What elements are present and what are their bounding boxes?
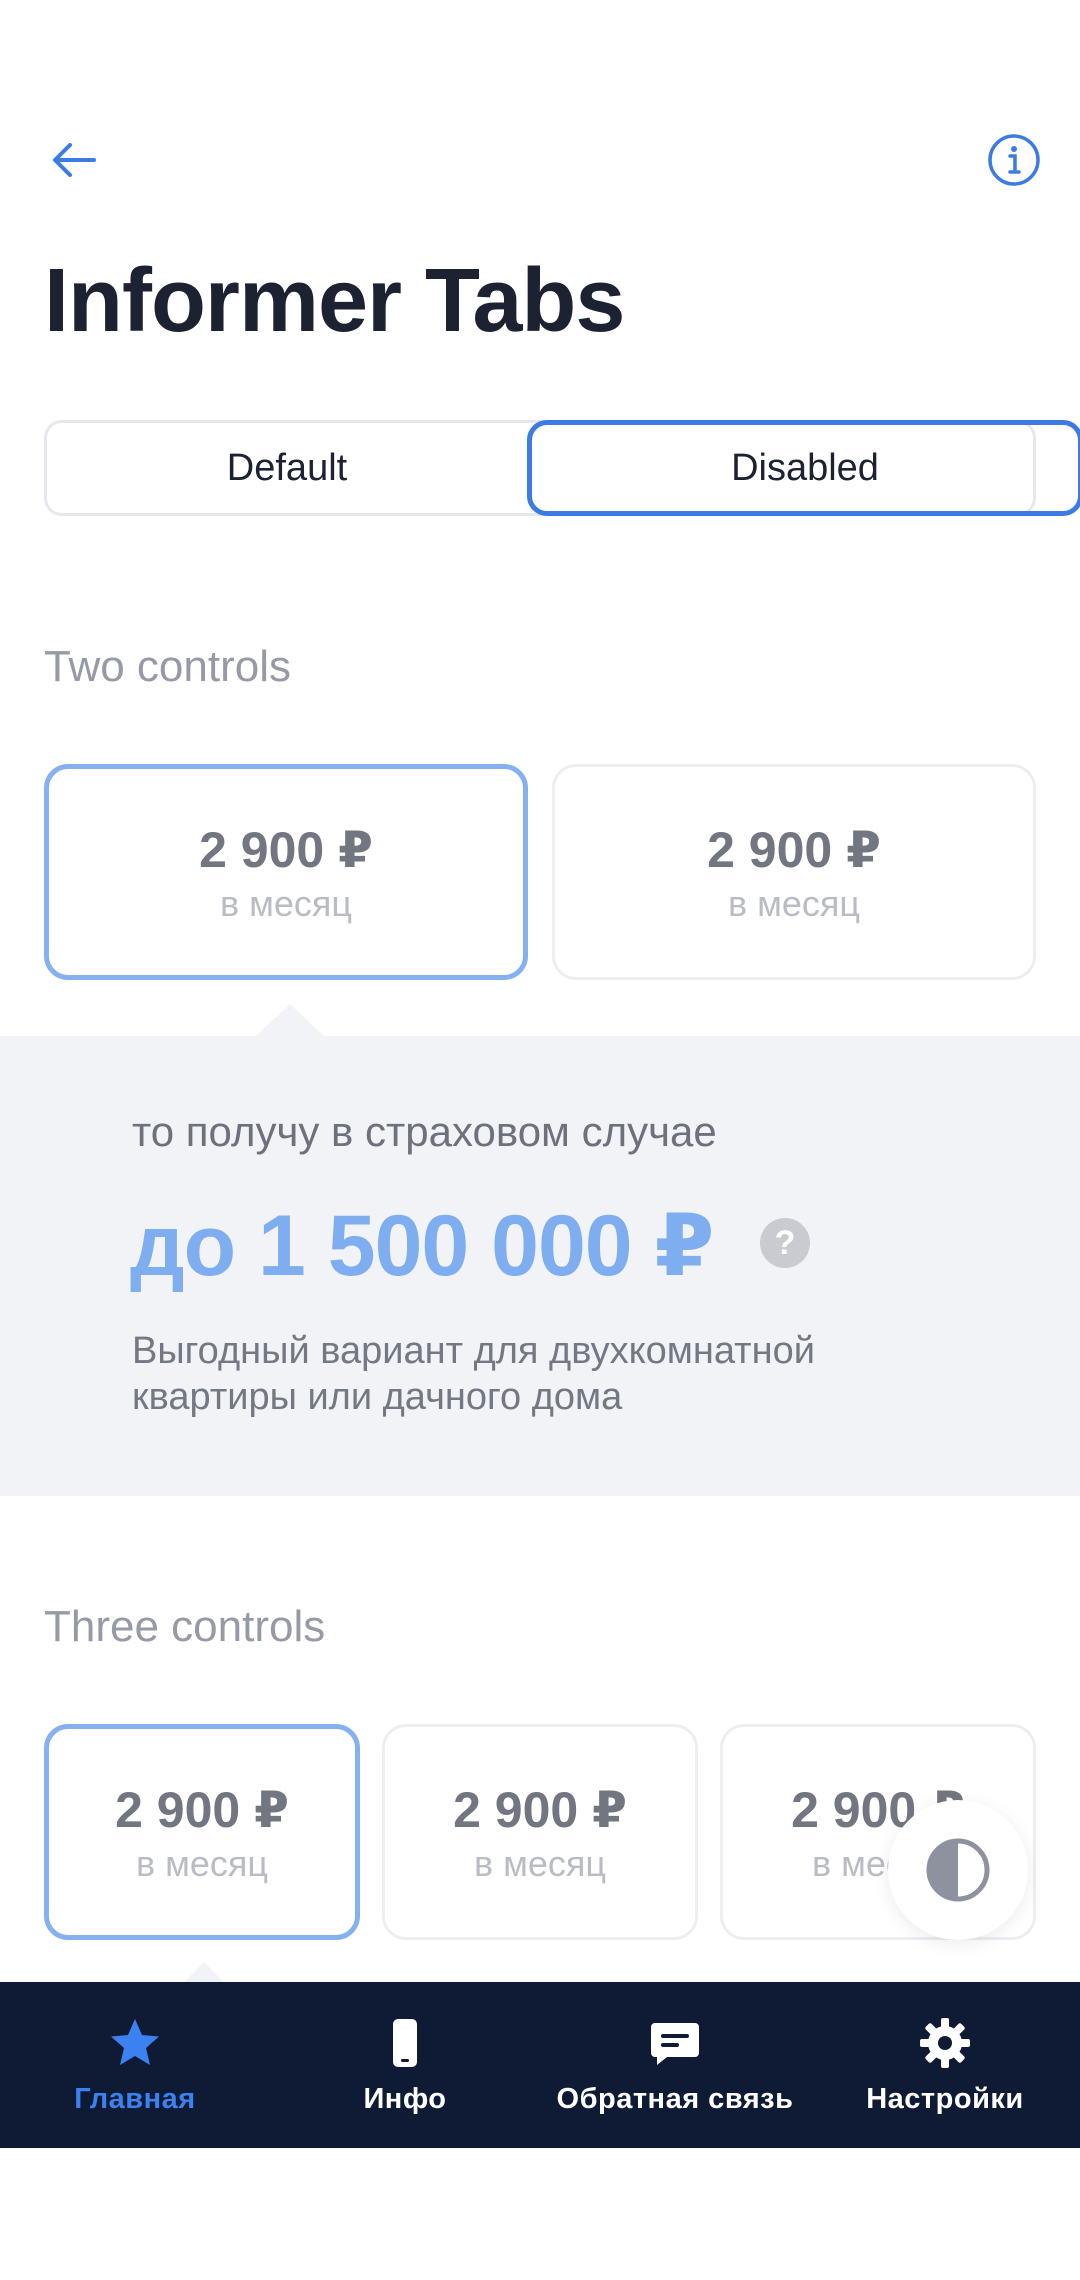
theme-toggle-button[interactable] (888, 1800, 1028, 1940)
nav-item-feedback[interactable]: Обратная связь (540, 1982, 810, 2148)
phone-icon (393, 2018, 417, 2067)
informer-description: Выгодный вариант для двухкомнатной кварт… (132, 1330, 815, 1418)
nav-item-settings[interactable]: Настройки (810, 1982, 1080, 2148)
informer-pointer (256, 1004, 324, 1036)
bottom-navigation: Главная Инфо Обратная связь Настройки (0, 1982, 1080, 2148)
nav-item-label: Инфо (363, 2082, 447, 2115)
contrast-icon (926, 1838, 990, 1902)
segmented-control: Default Disabled (44, 420, 1080, 516)
help-icon[interactable]: ? (760, 1218, 810, 1268)
section-title-three-controls: Three controls (44, 1602, 326, 1651)
arrow-left-icon (53, 143, 96, 177)
informer-amount: до 1 500 000 ₽ (130, 1198, 714, 1294)
card-period: в месяц (727, 883, 860, 924)
informer-caption: то получу в страховом случае (132, 1108, 717, 1155)
card-period: в месяц (219, 883, 352, 924)
gear-icon (920, 2017, 970, 2068)
section-title-two-controls: Two controls (44, 642, 291, 691)
chat-icon (651, 2022, 699, 2065)
card-price: 2 900 ₽ (707, 822, 881, 878)
nav-item-label: Настройки (866, 2082, 1024, 2115)
star-icon (111, 2018, 159, 2065)
informer-tab-card[interactable]: 2 900 ₽ в месяц (44, 1724, 360, 1940)
nav-item-home[interactable]: Главная (0, 1982, 270, 2148)
card-period: в месяц (473, 1843, 606, 1884)
info-circle-icon (988, 134, 1040, 186)
segment-disabled[interactable]: Disabled (527, 420, 1080, 516)
info-button[interactable] (986, 132, 1042, 188)
nav-item-label: Обратная связь (556, 2082, 794, 2115)
informer-tab-card[interactable]: 2 900 ₽ в месяц (382, 1724, 698, 1940)
card-price: 2 900 ₽ (199, 822, 373, 878)
segment-default[interactable]: Default (47, 423, 527, 513)
informer-pointer (184, 1962, 224, 1982)
nav-item-label: Главная (74, 2082, 196, 2115)
informer-tab-card[interactable]: 2 900 ₽ в месяц (552, 764, 1036, 980)
page-title: Informer Tabs (44, 251, 625, 351)
card-price: 2 900 ₽ (453, 1782, 627, 1838)
card-price: 2 900 ₽ (115, 1782, 289, 1838)
card-period: в месяц (135, 1843, 268, 1884)
nav-item-info[interactable]: Инфо (270, 1982, 540, 2148)
informer-tab-card[interactable]: 2 900 ₽ в месяц (44, 764, 528, 980)
back-button[interactable] (44, 132, 108, 188)
